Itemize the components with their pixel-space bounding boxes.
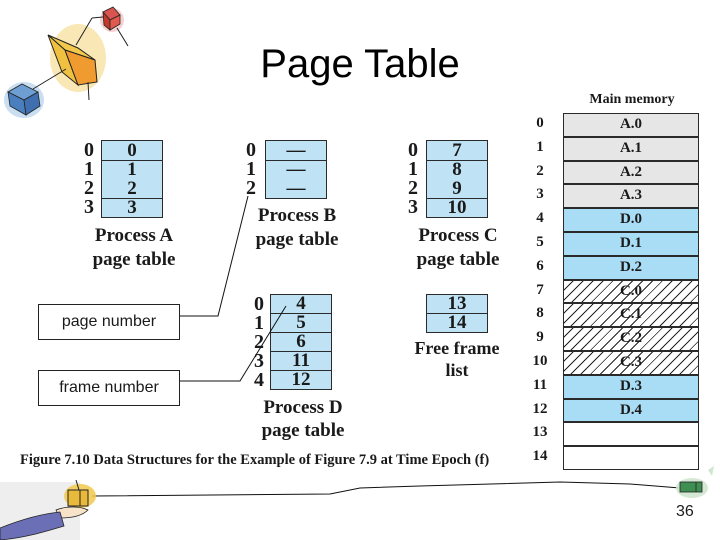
decorative-bottom-line (91, 481, 681, 497)
page-number-pointer-line (180, 195, 249, 317)
slide-page-number: 36 (676, 503, 694, 520)
decorative-hand-clipart (0, 479, 96, 540)
decorative-green-cube (676, 466, 714, 498)
figure-caption: Figure 7.10 Data Structures for the Exam… (20, 452, 490, 468)
frame-number-pointer-line (180, 305, 287, 382)
